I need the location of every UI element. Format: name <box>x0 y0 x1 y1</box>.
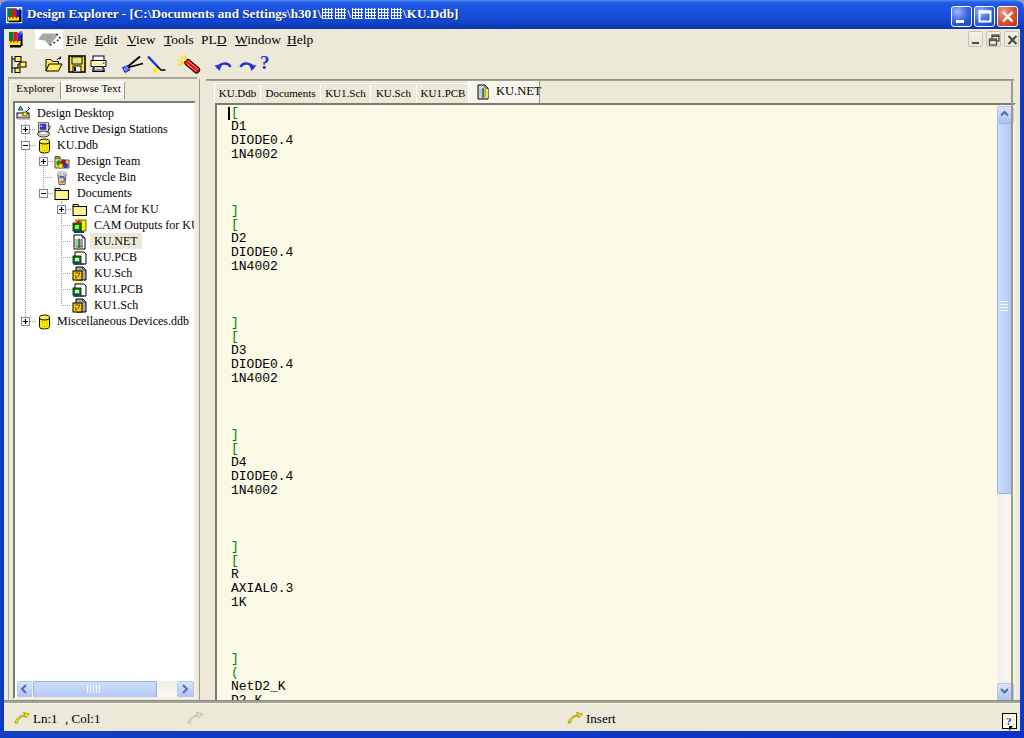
svg-text:?: ? <box>1006 715 1012 727</box>
